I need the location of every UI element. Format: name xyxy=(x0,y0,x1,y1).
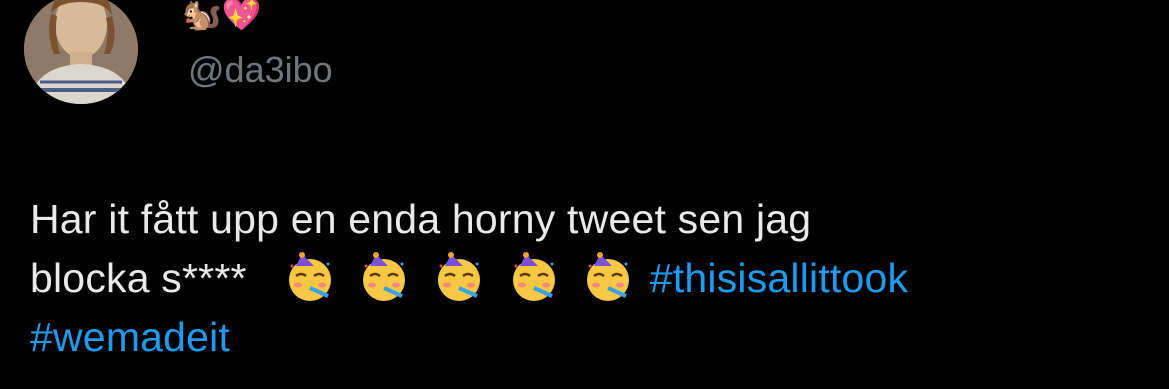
hashtag-link[interactable]: #thisisallittook xyxy=(650,255,908,301)
partying-face-emoji-4 xyxy=(508,252,560,304)
partying-face-emoji-5 xyxy=(582,252,634,304)
partying-face-emoji-1 xyxy=(284,252,336,304)
hashtag-link[interactable]: #wemadeit xyxy=(30,314,230,360)
partying-face-emoji-2 xyxy=(358,252,410,304)
tweet-text-line-1: Har it fått upp en enda horny tweet sen … xyxy=(30,196,812,242)
tweet-text-fragment: blocka s**** xyxy=(30,255,247,301)
author-handle[interactable]: @da3ibo xyxy=(188,48,333,92)
tweet-text-line-3: #wemadeit xyxy=(30,308,1150,367)
display-name-emojis: 🐿️💖 xyxy=(182,0,262,33)
tweet-text: Har it fått upp en enda horny tweet sen … xyxy=(30,190,1150,367)
avatar-photo xyxy=(24,0,138,104)
avatar[interactable] xyxy=(24,0,138,104)
partying-face-emoji-3 xyxy=(433,252,485,304)
tweet-text-line-2: blocka s**** #thisisallittook xyxy=(30,249,1150,308)
